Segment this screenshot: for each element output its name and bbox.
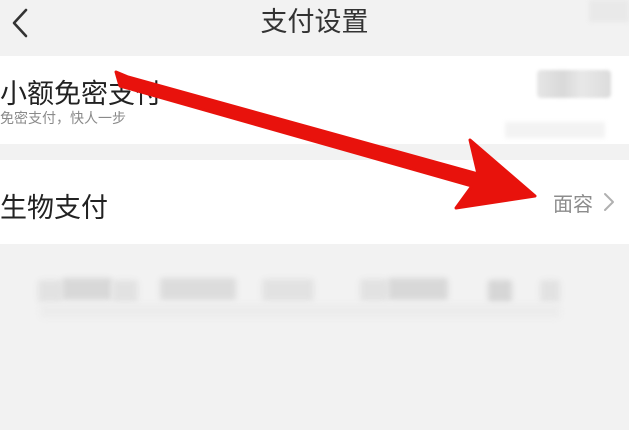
chevron-right-icon [604,193,614,211]
page-title: 支付设置 [260,7,369,38]
setting-value-biometric-pay: 面容 [553,192,593,216]
setting-subtitle-small-pay: 免密支付，快人一步 [0,111,126,127]
chevron-left-icon [12,8,28,38]
blurred-toggle[interactable] [537,70,611,98]
setting-title-small-pay: 小额免密支付 [0,79,162,110]
setting-row-small-pay[interactable]: 小额免密支付 免密支付，快人一步 [0,56,629,144]
setting-title-biometric-pay: 生物支付 [0,193,108,224]
setting-row-biometric-pay[interactable]: 生物支付 面容 [0,160,629,244]
blurred-region [505,122,605,138]
back-button[interactable] [0,0,40,46]
blurred-region [589,0,629,22]
header-bar: 支付设置 [0,0,629,46]
